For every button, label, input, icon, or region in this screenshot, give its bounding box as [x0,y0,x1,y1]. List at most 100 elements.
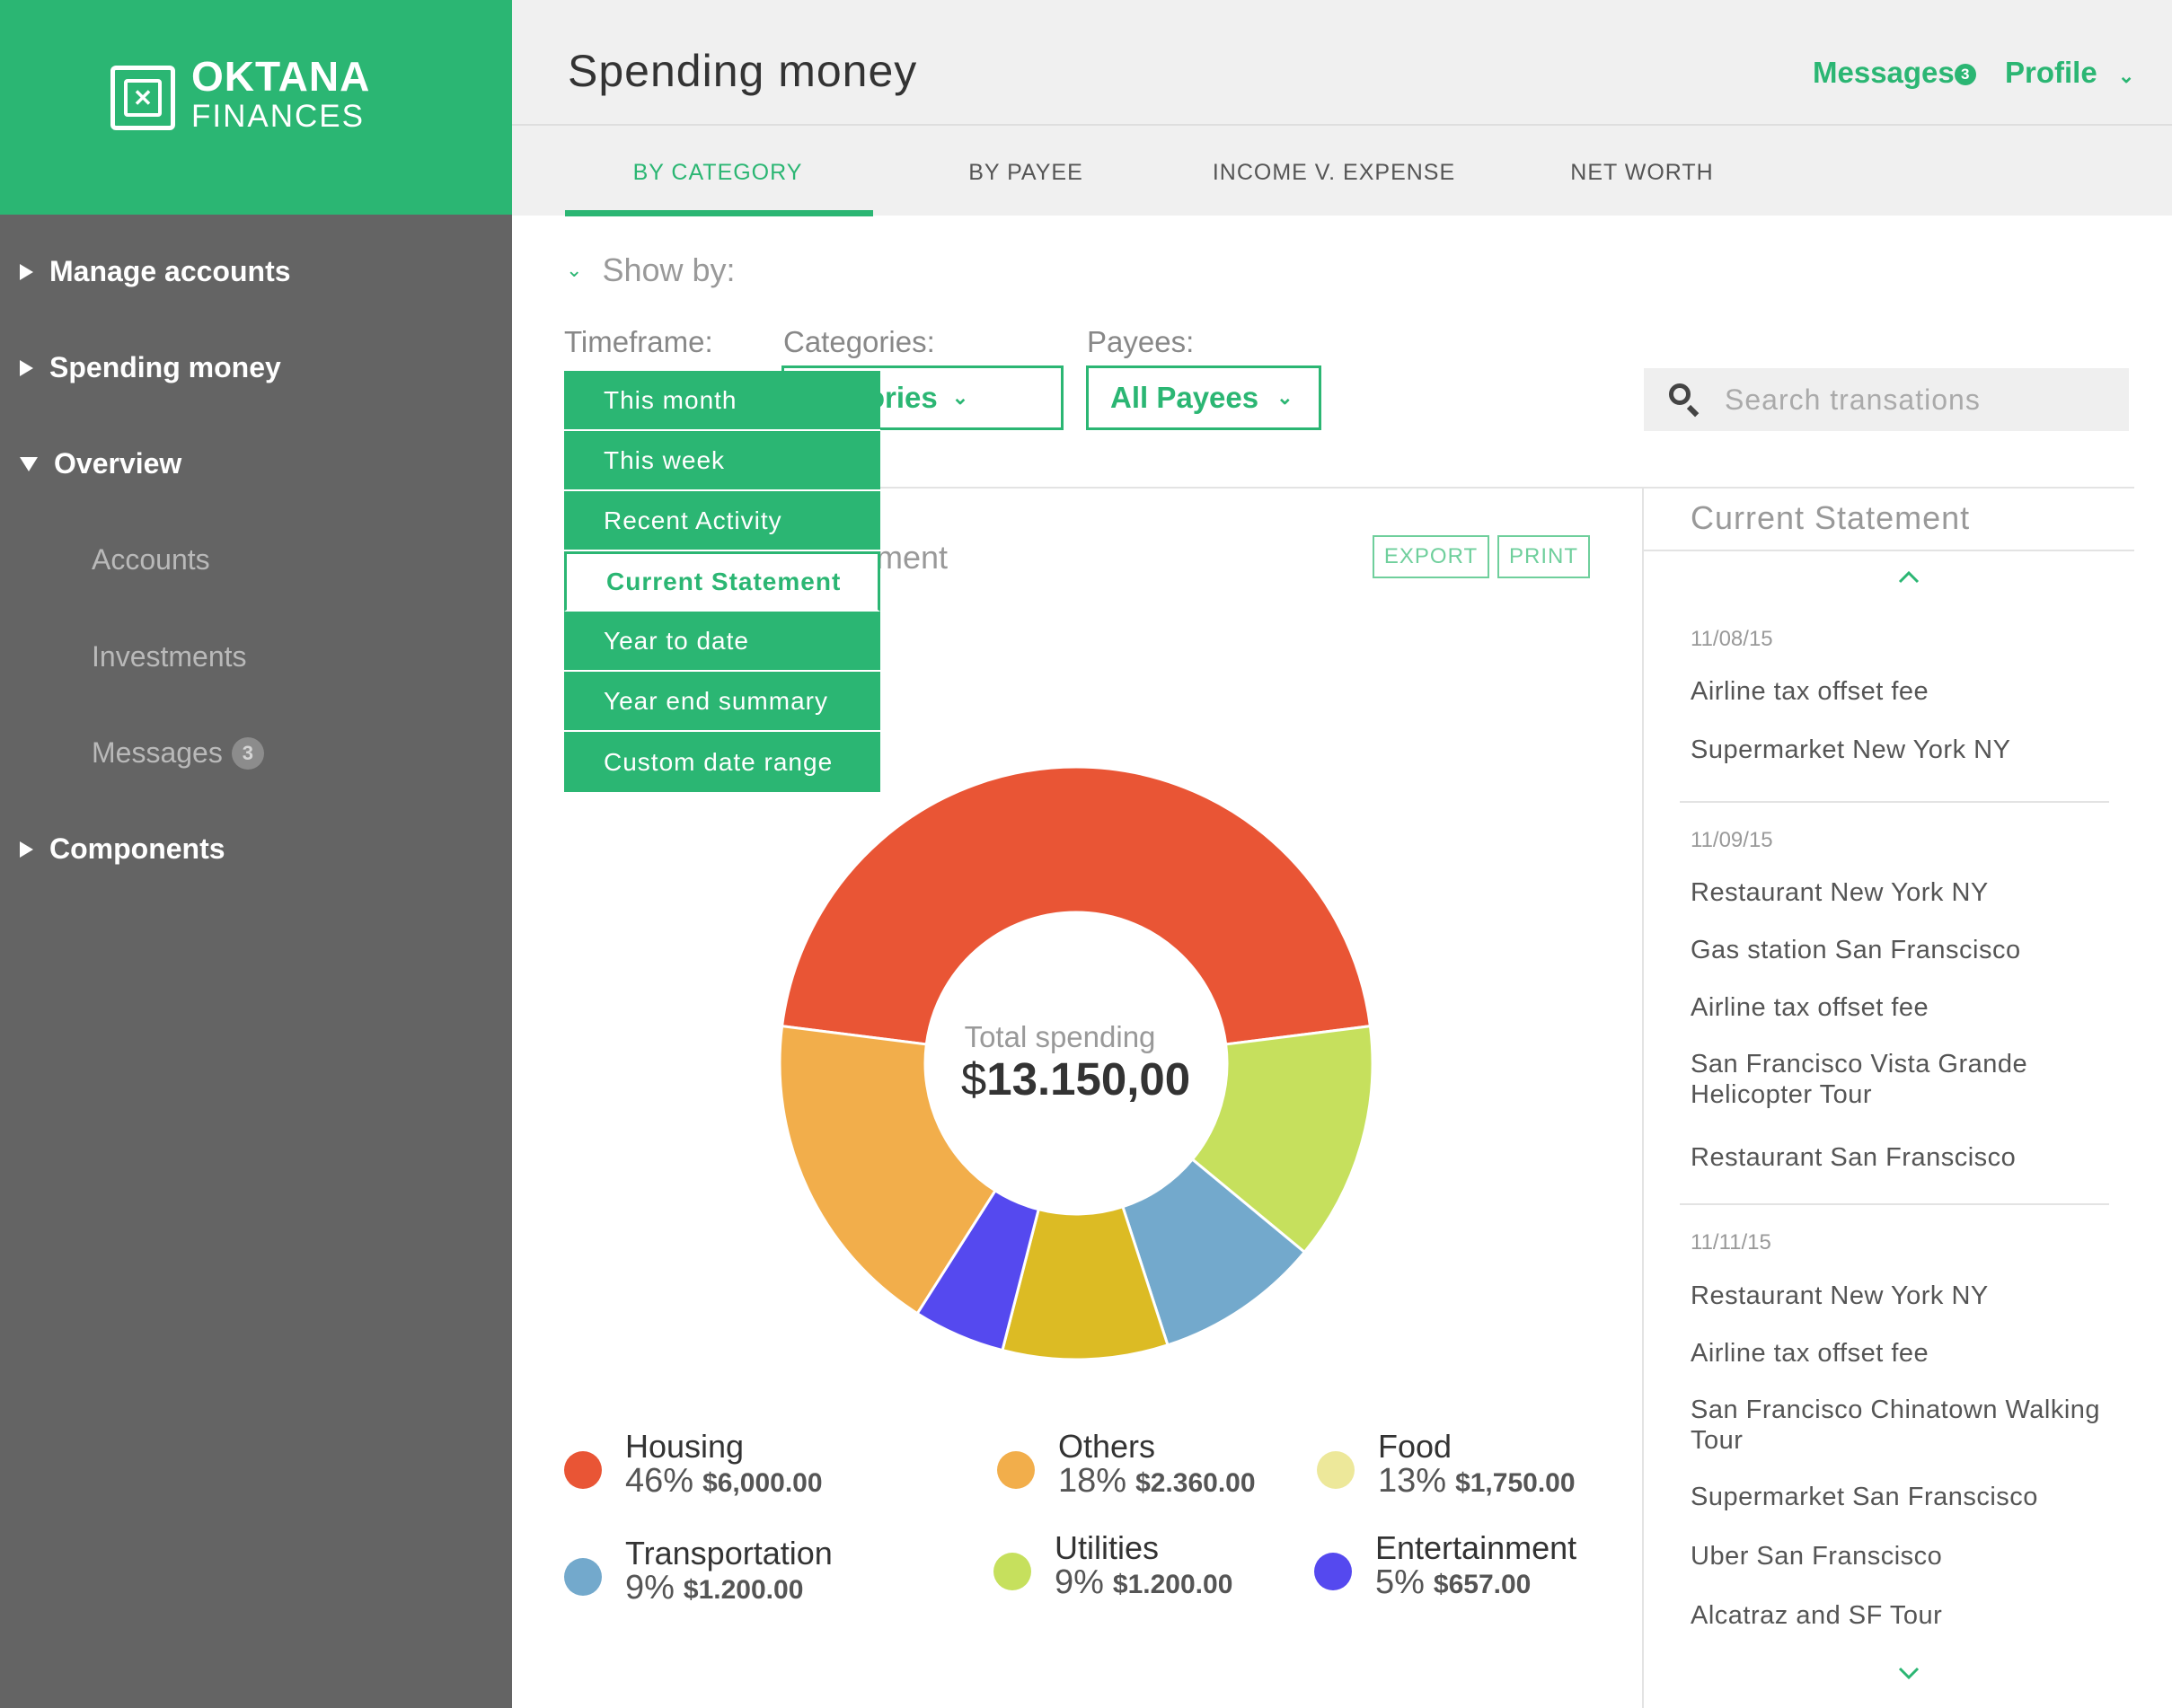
statement-date: 11/11/15 [1691,1230,1771,1255]
transaction-item[interactable]: San Francisco Chinatown Walking Tour [1691,1395,2131,1456]
messages-link[interactable]: Messages 3 [1813,56,1976,90]
legend-amount: $2.360.00 [1135,1468,1256,1498]
legend-food: Food 13% $1,750.00 [1317,1430,1576,1499]
total-spending-value: $13.150,00 [898,1052,1253,1105]
group-divider [1680,1203,2109,1205]
messages-count-badge: 3 [231,736,264,770]
legend-name: Transportation [625,1535,833,1572]
profile-menu[interactable]: Profile ⌄ [2005,56,2134,90]
payees-dropdown[interactable]: All Payees ⌄ [1086,365,1321,430]
transaction-item[interactable]: Gas station San Franscisco [1691,935,2140,965]
sidebar-item-label: Manage accounts [49,255,291,287]
active-tab-indicator [565,210,873,216]
currency-symbol: $ [960,1053,987,1105]
menu-item-this-month[interactable]: This month [564,371,880,431]
sidebar-subitem-accounts[interactable]: Accounts [92,543,210,577]
legend-name: Entertainment [1375,1529,1577,1566]
total-spending-label: Total spending [964,1020,1156,1053]
show-by-toggle[interactable]: ⌄ Show by: [566,251,736,289]
donut-slice-housing[interactable] [780,765,1373,1046]
sidebar: ✕ OKTANA FINANCES Manage accounts Spendi… [0,0,512,1708]
triangle-right-icon [20,841,33,858]
statement-date: 11/08/15 [1691,627,1773,651]
messages-badge: 3 [1954,64,1976,86]
sidebar-item-label: Spending money [49,351,281,383]
legend-amount: $6,000.00 [702,1468,823,1498]
legend-name: Utilities [1055,1529,1160,1566]
menu-item-this-week[interactable]: This week [564,431,880,491]
panel-divider [1642,487,1644,1708]
export-button[interactable]: EXPORT [1373,535,1489,578]
sidebar-item-spending-money[interactable]: Spending money [20,351,281,384]
transaction-item[interactable]: Uber San Franscisco [1691,1541,2140,1572]
messages-label: Messages [1813,56,1955,89]
header-divider [512,124,2172,126]
legend-transportation: Transportation 9% $1.200.00 [564,1536,833,1606]
timeframe-label: Timeframe: [564,325,713,358]
sidebar-subitem-label: Investments [92,640,247,673]
tab-by-payee[interactable]: BY PAYEE [873,160,1179,186]
transaction-item[interactable]: Airline tax offset fee [1691,992,2140,1023]
group-divider [1680,801,2109,803]
print-button[interactable]: PRINT [1497,535,1590,578]
sidebar-item-components[interactable]: Components [20,832,225,866]
legend-name: Others [1058,1428,1156,1465]
statement-title: Current Statement [1691,499,1971,536]
categories-label: Categories: [783,325,935,358]
transaction-item[interactable]: Restaurant New York NY [1691,877,2140,908]
legend-amount: $1.200.00 [683,1575,804,1605]
legend-amount: $657.00 [1433,1570,1532,1599]
transaction-item[interactable]: Airline tax offset fee [1691,676,2140,707]
tab-income-expense[interactable]: INCOME V. EXPENSE [1181,160,1487,186]
payees-value: All Payees [1110,381,1259,414]
sidebar-item-label: Overview [54,447,182,480]
chevron-down-icon: ⌄ [1276,386,1293,409]
legend-percent: 13% [1378,1462,1447,1500]
chevron-down-icon: ⌄ [2117,65,2135,87]
legend-amount: $1,750.00 [1455,1468,1576,1498]
menu-item-year-end-summary[interactable]: Year end summary [564,672,880,732]
timeframe-menu: This month This week Recent Activity Cur… [564,371,880,792]
menu-item-current-statement[interactable]: Current Statement [564,551,880,612]
top-header: Spending money Messages 3 Profile ⌄ BY CA… [512,0,2172,216]
legend-percent: 9% [1055,1563,1104,1601]
logo-icon: ✕ [110,66,175,130]
show-by-label: Show by: [602,251,736,288]
menu-item-custom-date-range[interactable]: Custom date range [564,732,880,792]
payees-label: Payees: [1087,325,1195,358]
chevron-up-icon[interactable] [1895,564,1922,591]
search-input[interactable]: Search transations [1644,368,2129,431]
tab-net-worth[interactable]: NET WORTH [1489,160,1795,186]
sidebar-subitem-label: Messages [92,736,223,769]
transaction-item[interactable]: Supermarket New York NY [1691,735,2140,765]
page-title: Spending money [568,46,918,96]
legend-utilities: Utilities 9% $1.200.00 [993,1531,1232,1600]
search-placeholder: Search transations [1725,383,1981,416]
chevron-down-icon[interactable] [1895,1660,1922,1686]
legend-percent: 46% [625,1462,694,1500]
transaction-item[interactable]: Airline tax offset fee [1691,1338,2140,1369]
legend-housing: Housing 46% $6,000.00 [564,1430,823,1499]
sidebar-item-label: Components [49,832,225,865]
transaction-item[interactable]: San Francisco Vista Grande Helicopter To… [1691,1049,2086,1110]
transaction-item[interactable]: Restaurant New York NY [1691,1281,2140,1311]
legend-amount: $1.200.00 [1112,1570,1233,1599]
sidebar-item-overview[interactable]: Overview [20,447,181,480]
transaction-item[interactable]: Restaurant San Franscisco [1691,1142,2140,1173]
triangle-right-icon [20,359,33,376]
tab-by-category[interactable]: BY CATEGORY [565,160,870,186]
legend-dot [997,1451,1035,1489]
menu-item-recent-activity[interactable]: Recent Activity [564,491,880,551]
total-amount: 13.150,00 [986,1053,1191,1105]
sidebar-subitem-investments[interactable]: Investments [92,640,247,674]
transaction-item[interactable]: Alcatraz and SF Tour [1691,1600,2140,1631]
legend-others: Others 18% $2.360.00 [997,1430,1256,1499]
sidebar-item-manage-accounts[interactable]: Manage accounts [20,255,291,288]
sidebar-subitem-messages[interactable]: Messages 3 [92,736,264,770]
menu-item-year-to-date[interactable]: Year to date [564,612,880,672]
legend-name: Housing [625,1428,745,1465]
legend-dot [564,1558,602,1596]
brand-header: ✕ OKTANA FINANCES [0,0,512,215]
profile-label: Profile [2005,56,2097,89]
transaction-item[interactable]: Supermarket San Franscisco [1691,1482,2140,1512]
